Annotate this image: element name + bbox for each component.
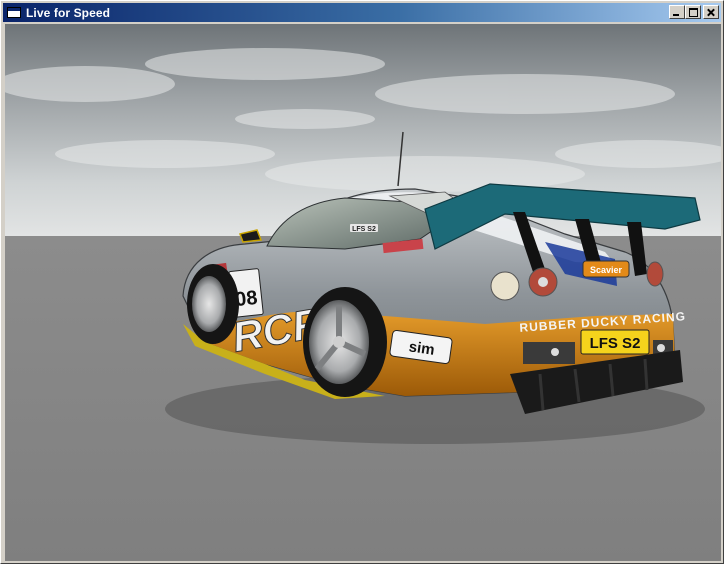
window-app-icon[interactable] bbox=[7, 7, 21, 18]
close-button[interactable] bbox=[703, 5, 719, 19]
sponsor-badge-text: Scavier bbox=[590, 265, 623, 275]
game-scene: LFS S2 Scavier RUBBER DUCKY RACING LFS S… bbox=[5, 24, 721, 561]
game-viewport[interactable]: LFS S2 Scavier RUBBER DUCKY RACING LFS S… bbox=[5, 24, 721, 561]
sim-logo-text: sim bbox=[408, 338, 436, 358]
license-plate-text: LFS S2 bbox=[590, 335, 641, 352]
maximize-button[interactable] bbox=[685, 5, 701, 19]
app-window: Live for Speed LFS S2 Scavier RUBBER DUC… bbox=[0, 0, 724, 564]
lfs-sticker-text: LFS S2 bbox=[352, 226, 376, 233]
window-title: Live for Speed bbox=[26, 5, 111, 20]
title-bar[interactable]: Live for Speed bbox=[3, 3, 721, 22]
exhaust-right bbox=[657, 344, 665, 352]
tail-light-left-outer bbox=[490, 271, 520, 301]
front-wheel-rim bbox=[192, 276, 226, 332]
minimize-button[interactable] bbox=[669, 5, 685, 19]
tail-light-right bbox=[646, 261, 664, 287]
grille-left bbox=[523, 342, 575, 364]
exhaust-left bbox=[551, 348, 559, 356]
rear-wheel-hub bbox=[333, 336, 345, 348]
tail-light-left-center bbox=[538, 277, 548, 287]
